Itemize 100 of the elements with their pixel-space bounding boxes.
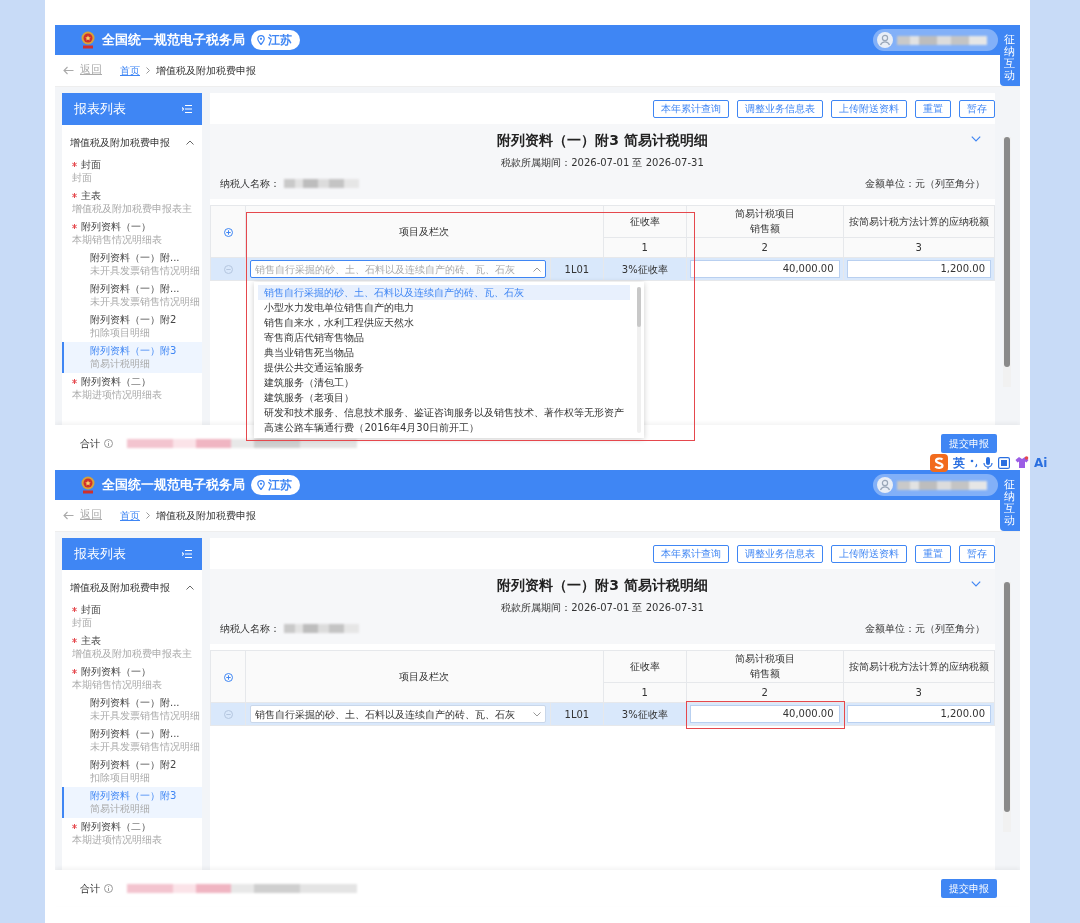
item-subtitle: 本期销售情况明细表	[72, 678, 163, 691]
back-arrow-icon[interactable]	[63, 66, 74, 75]
tax-period: 税款所属期间：2026-07-01 至 2026-07-31	[500, 601, 705, 615]
column-header: 项目及栏次	[398, 225, 451, 239]
toolbar-button[interactable]: 本年累计查询	[653, 545, 729, 563]
item-title: 附列资料（一）附2	[90, 758, 177, 771]
column-header: 按简易计税方法计算的应纳税额	[847, 659, 990, 674]
toolbar-button[interactable]: 调整业务信息表	[737, 545, 823, 563]
menu-icon[interactable]	[182, 104, 192, 114]
item-title: 附列资料（二）	[81, 375, 151, 388]
sidebar-item[interactable]: 附列资料（一）附2 扣除项目明细	[62, 756, 202, 787]
item-title: 附列资料（一）	[81, 220, 151, 233]
form-title: 附列资料（一）附3 简易计税明细	[497, 576, 708, 595]
sidebar-item[interactable]: 附列资料（一）附... 未开具发票销售情况明细	[62, 280, 202, 311]
amount-unit: 金额单位：元（列至角分）	[865, 622, 985, 636]
item-title: 附列资料（一）附2	[90, 313, 177, 326]
microphone-icon[interactable]	[983, 455, 993, 470]
location-pin-icon	[257, 35, 265, 45]
sidebar-item[interactable]: 封面 封面	[62, 601, 202, 632]
item-subtitle: 未开具发票销售情况明细	[90, 295, 198, 308]
item-title: 附列资料（一）附3	[90, 789, 177, 802]
ime-language[interactable]: 英	[953, 453, 965, 472]
sidebar-item[interactable]: 附列资料（一） 本期销售情况明细表	[62, 218, 202, 249]
item-title: 附列资料（一）附...	[90, 251, 180, 264]
group-header[interactable]: 增值税及附加税费申报	[62, 125, 202, 156]
sidebar-item[interactable]: 封面 封面	[62, 156, 202, 187]
group-header[interactable]: 增值税及附加税费申报	[62, 570, 202, 601]
item-subtitle: 本期销售情况明细表	[72, 233, 163, 246]
sidebar-item[interactable]: 附列资料（一） 本期销售情况明细表	[62, 663, 202, 694]
chevron-down-icon[interactable]	[533, 711, 542, 717]
chevron-down-icon[interactable]	[971, 581, 981, 587]
add-circle-icon[interactable]	[223, 672, 233, 682]
chevron-up-icon[interactable]	[186, 585, 194, 590]
shirt-icon[interactable]	[1015, 456, 1029, 469]
breadcrumb-current: 增值税及附加税费申报	[156, 64, 256, 78]
column-header: 征收率	[628, 214, 661, 229]
chevron-up-icon[interactable]	[186, 140, 194, 145]
item-title: 附列资料（一）附...	[90, 727, 180, 740]
region-badge[interactable]: 江苏	[251, 30, 300, 50]
item-subtitle: 封面	[72, 616, 93, 629]
back-arrow-icon[interactable]	[63, 511, 74, 520]
chevron-down-icon[interactable]	[971, 136, 981, 142]
amount-input[interactable]: 40,000.00	[690, 260, 840, 278]
toolbar-button[interactable]: 调整业务信息表	[737, 100, 823, 118]
toolbar-button[interactable]: 重置	[915, 545, 951, 563]
breadcrumb-link[interactable]: 首页	[120, 63, 140, 78]
item-title: 封面	[81, 603, 101, 616]
total-label: 合计	[80, 436, 100, 451]
dropdown-option[interactable]: 小型水力发电单位销售自产的电力	[258, 300, 631, 315]
sidebar-item[interactable]: 附列资料（一）附2 扣除项目明细	[62, 311, 202, 342]
sidebar-title: 报表列表	[74, 545, 126, 564]
item-subtitle: 本期进项情况明细表	[72, 388, 163, 401]
dropdown-option[interactable]: 销售自来水，水利工程供应天然水	[258, 315, 631, 330]
dropdown-option[interactable]: 典当业销售死当物品	[258, 345, 631, 360]
user-icon	[877, 477, 893, 493]
toolbar-button[interactable]: 重置	[915, 100, 951, 118]
menu-icon[interactable]	[182, 549, 192, 559]
punctuation-icon[interactable]	[970, 457, 978, 468]
group-label: 增值税及附加税费申报	[70, 581, 170, 595]
chevron-right-icon	[146, 67, 150, 74]
toolbar-button[interactable]: 上传附送资料	[831, 100, 907, 118]
amount-input[interactable]: 1,200.00	[846, 705, 991, 723]
item-title: 主表	[81, 189, 101, 202]
submit-button[interactable]: 提交申报	[941, 878, 997, 898]
sidebar-item[interactable]: 主表 增值税及附加税费申报表主	[62, 632, 202, 663]
dropdown-option[interactable]: 寄售商店代销寄售物品	[258, 330, 631, 345]
dropdown-option[interactable]: 建筑服务（清包工）	[258, 375, 631, 390]
toolbar-button[interactable]: 本年累计查询	[653, 100, 729, 118]
add-circle-icon[interactable]	[223, 227, 233, 237]
sidebar-item[interactable]: 附列资料（一）附... 未开具发票销售情况明细	[62, 249, 202, 280]
region-badge[interactable]: 江苏	[251, 475, 300, 495]
chevron-up-icon[interactable]	[533, 266, 542, 272]
chevron-right-icon	[146, 512, 150, 519]
dropdown-option[interactable]: 高速公路车辆通行费（2016年4月30日前开工）	[258, 420, 631, 435]
amount-input[interactable]: 1,200.00	[846, 260, 991, 278]
item-subtitle: 简易计税明细	[90, 357, 151, 370]
sidebar-item[interactable]: 附列资料（一）附... 未开具发票销售情况明细	[62, 725, 202, 756]
submit-button[interactable]: 提交申报	[941, 433, 997, 453]
dropdown-option[interactable]: 提供公共交通运输服务	[258, 360, 631, 375]
column-header: 项目及栏次	[398, 670, 451, 684]
item-title: 主表	[81, 634, 101, 647]
dropdown-field[interactable]: 销售自行采掘的砂、土、石料以及连续自产的砖、瓦、石灰	[250, 705, 547, 723]
user-menu[interactable]	[873, 29, 998, 51]
dropdown-option[interactable]: 建筑服务（老项目）	[258, 390, 631, 405]
dropdown-option[interactable]: 研发和技术服务、信息技术服务、鉴证咨询服务以及销售技术、著作权等无形资产	[258, 405, 631, 420]
toolbar-button[interactable]: 暂存	[959, 545, 995, 563]
toolbar-button[interactable]: 暂存	[959, 100, 995, 118]
sidebar-item[interactable]: 主表 增值税及附加税费申报表主	[62, 187, 202, 218]
emblem-icon	[80, 476, 96, 494]
sidebar-item[interactable]: 附列资料（二） 本期进项情况明细表	[62, 818, 202, 849]
info-icon	[104, 438, 113, 448]
site-title: 全国统一规范电子税务局	[102, 31, 245, 50]
sidebar-item[interactable]: 附列资料（一）附... 未开具发票销售情况明细	[62, 694, 202, 725]
user-menu[interactable]	[873, 474, 998, 496]
sidebar-item[interactable]: 附列资料（二） 本期进项情况明细表	[62, 373, 202, 404]
keyboard-icon[interactable]	[998, 456, 1010, 469]
item-title: 附列资料（一）附3	[90, 344, 177, 357]
breadcrumb-link[interactable]: 首页	[120, 508, 140, 523]
toolbar-button[interactable]: 上传附送资料	[831, 545, 907, 563]
amount-input[interactable]: 40,000.00	[690, 705, 840, 723]
